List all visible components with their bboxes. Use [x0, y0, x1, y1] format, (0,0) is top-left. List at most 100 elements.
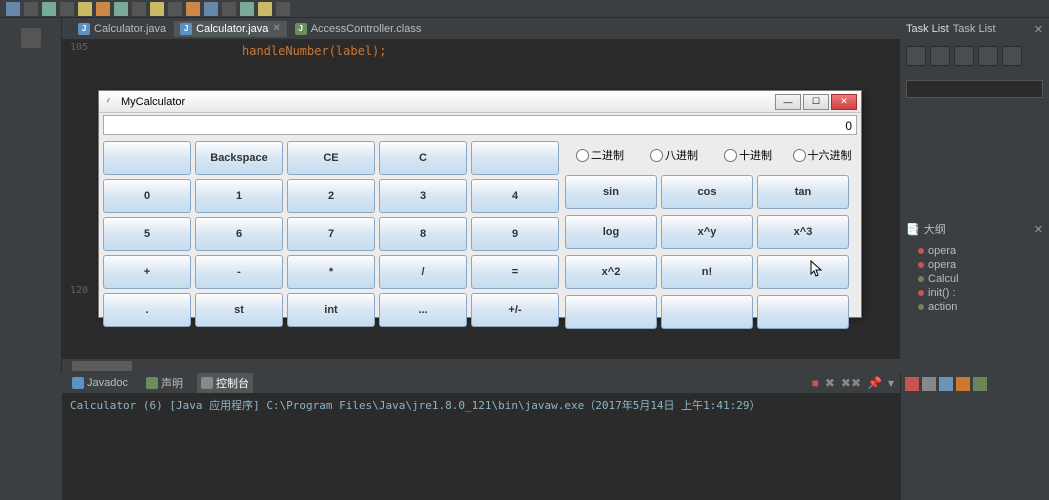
remove-icon[interactable]: ✖✖	[841, 376, 861, 390]
calc-key-4[interactable]: 4	[471, 179, 559, 213]
sci-key-log[interactable]: log	[565, 215, 657, 249]
calc-key-7[interactable]: 7	[287, 217, 375, 251]
task-icon[interactable]	[1002, 46, 1022, 66]
calc-key-0[interactable]: 0	[103, 179, 191, 213]
task-icon[interactable]	[930, 46, 950, 66]
panel-icon[interactable]	[956, 377, 970, 391]
toolbar-icon[interactable]	[168, 2, 182, 16]
sci-key-x^3[interactable]: x^3	[757, 215, 849, 249]
calc-key-C[interactable]: C	[379, 141, 467, 175]
calc-key-...[interactable]: ...	[379, 293, 467, 327]
outline-item[interactable]: Calcul	[906, 272, 1043, 286]
bottom-tab-decl[interactable]: 声明	[142, 373, 187, 393]
sci-key-x^2[interactable]: x^2	[565, 255, 657, 289]
close-icon[interactable]: ✕	[1034, 223, 1043, 236]
close-button[interactable]: ✕	[831, 94, 857, 110]
toolbar-icon[interactable]	[6, 2, 20, 16]
calc-key-+[interactable]: +	[103, 255, 191, 289]
outline-item[interactable]: action	[906, 300, 1043, 314]
task-icon[interactable]	[954, 46, 974, 66]
toolbar-icon[interactable]	[258, 2, 272, 16]
sci-key-blank[interactable]	[661, 295, 753, 329]
radix-radio[interactable]: 十进制	[713, 147, 783, 163]
radix-radio[interactable]: 二进制	[565, 147, 635, 163]
bottom-tab-javadoc[interactable]: Javadoc	[68, 375, 132, 391]
calc-key-blank[interactable]	[471, 141, 559, 175]
bottom-tab-console[interactable]: 控制台	[197, 373, 253, 393]
calc-key-CE[interactable]: CE	[287, 141, 375, 175]
close-icon[interactable]: ✕	[1034, 23, 1043, 36]
calc-key-5[interactable]: 5	[103, 217, 191, 251]
editor-tab[interactable]: J AccessController.class	[289, 21, 428, 37]
toolbar-icon[interactable]	[60, 2, 74, 16]
scrollbar-thumb[interactable]	[72, 361, 132, 371]
minimize-button[interactable]: —	[775, 94, 801, 110]
calc-key-1[interactable]: 1	[195, 179, 283, 213]
toolbar-icon[interactable]	[204, 2, 218, 16]
outline-item[interactable]: init() :	[906, 286, 1043, 300]
radix-radio-input[interactable]	[793, 149, 806, 162]
clear-icon[interactable]: ✖	[825, 376, 835, 390]
calc-key-3[interactable]: 3	[379, 179, 467, 213]
calc-key-=[interactable]: =	[471, 255, 559, 289]
calc-key--[interactable]: -	[195, 255, 283, 289]
task-icon[interactable]	[906, 46, 926, 66]
toolbar-icon[interactable]	[132, 2, 146, 16]
calc-key-*[interactable]: *	[287, 255, 375, 289]
outline-item[interactable]: opera	[906, 244, 1043, 258]
toolbar-icon[interactable]	[96, 2, 110, 16]
radix-radio-input[interactable]	[576, 149, 589, 162]
sci-key-n![interactable]: n!	[661, 255, 753, 289]
toolbar-icon[interactable]	[78, 2, 92, 16]
calc-key-.[interactable]: .	[103, 293, 191, 327]
toolbar-icon[interactable]	[186, 2, 200, 16]
sci-key-tan[interactable]: tan	[757, 175, 849, 209]
panel-icon[interactable]	[973, 377, 987, 391]
horizontal-scrollbar[interactable]	[62, 359, 900, 373]
sci-key-blank[interactable]	[757, 295, 849, 329]
toolbar-icon[interactable]	[42, 2, 56, 16]
stop-icon[interactable]: ■	[812, 376, 819, 390]
sci-key-sin[interactable]: sin	[565, 175, 657, 209]
panel-icon[interactable]	[939, 377, 953, 391]
radix-radio-input[interactable]	[724, 149, 737, 162]
toolbar-icon[interactable]	[222, 2, 236, 16]
panel-icon[interactable]	[922, 377, 936, 391]
calc-key-8[interactable]: 8	[379, 217, 467, 251]
sidebar-icon[interactable]	[21, 28, 41, 48]
calc-key-Backspace[interactable]: Backspace	[195, 141, 283, 175]
radix-radio-input[interactable]	[650, 149, 663, 162]
calc-key-st[interactable]: st	[195, 293, 283, 327]
radix-radio[interactable]: 八进制	[639, 147, 709, 163]
sci-key-x^y[interactable]: x^y	[661, 215, 753, 249]
task-icon[interactable]	[978, 46, 998, 66]
menu-icon[interactable]: ▾	[888, 376, 894, 390]
calc-key-6[interactable]: 6	[195, 217, 283, 251]
calc-key-int[interactable]: int	[287, 293, 375, 327]
sci-key-blank[interactable]	[565, 295, 657, 329]
calc-key-9[interactable]: 9	[471, 217, 559, 251]
task-search-input[interactable]	[906, 80, 1043, 98]
editor-tab[interactable]: J Calculator.java ✕	[174, 21, 287, 37]
calc-key-/[interactable]: /	[379, 255, 467, 289]
window-titlebar[interactable]: MyCalculator — ☐ ✕	[99, 91, 861, 113]
sci-key-blank[interactable]	[757, 255, 849, 289]
pin-icon[interactable]: 📌	[867, 376, 882, 390]
class-file-icon: J	[295, 23, 307, 35]
outline-item[interactable]: opera	[906, 258, 1043, 272]
panel-icon[interactable]	[905, 377, 919, 391]
maximize-button[interactable]: ☐	[803, 94, 829, 110]
toolbar-icon[interactable]	[240, 2, 254, 16]
calc-key-+/-[interactable]: +/-	[471, 293, 559, 327]
toolbar-icon[interactable]	[150, 2, 164, 16]
calc-key-2[interactable]: 2	[287, 179, 375, 213]
radix-radio[interactable]: 十六进制	[787, 147, 857, 163]
toolbar-icon[interactable]	[114, 2, 128, 16]
toolbar-icon[interactable]	[24, 2, 38, 16]
calc-key-blank[interactable]	[103, 141, 191, 175]
console-output[interactable]: Calculator (6) [Java 应用程序] C:\Program Fi…	[62, 393, 900, 500]
editor-tab[interactable]: J Calculator.java	[72, 21, 172, 37]
toolbar-icon[interactable]	[276, 2, 290, 16]
close-icon[interactable]: ✕	[272, 23, 280, 34]
sci-key-cos[interactable]: cos	[661, 175, 753, 209]
